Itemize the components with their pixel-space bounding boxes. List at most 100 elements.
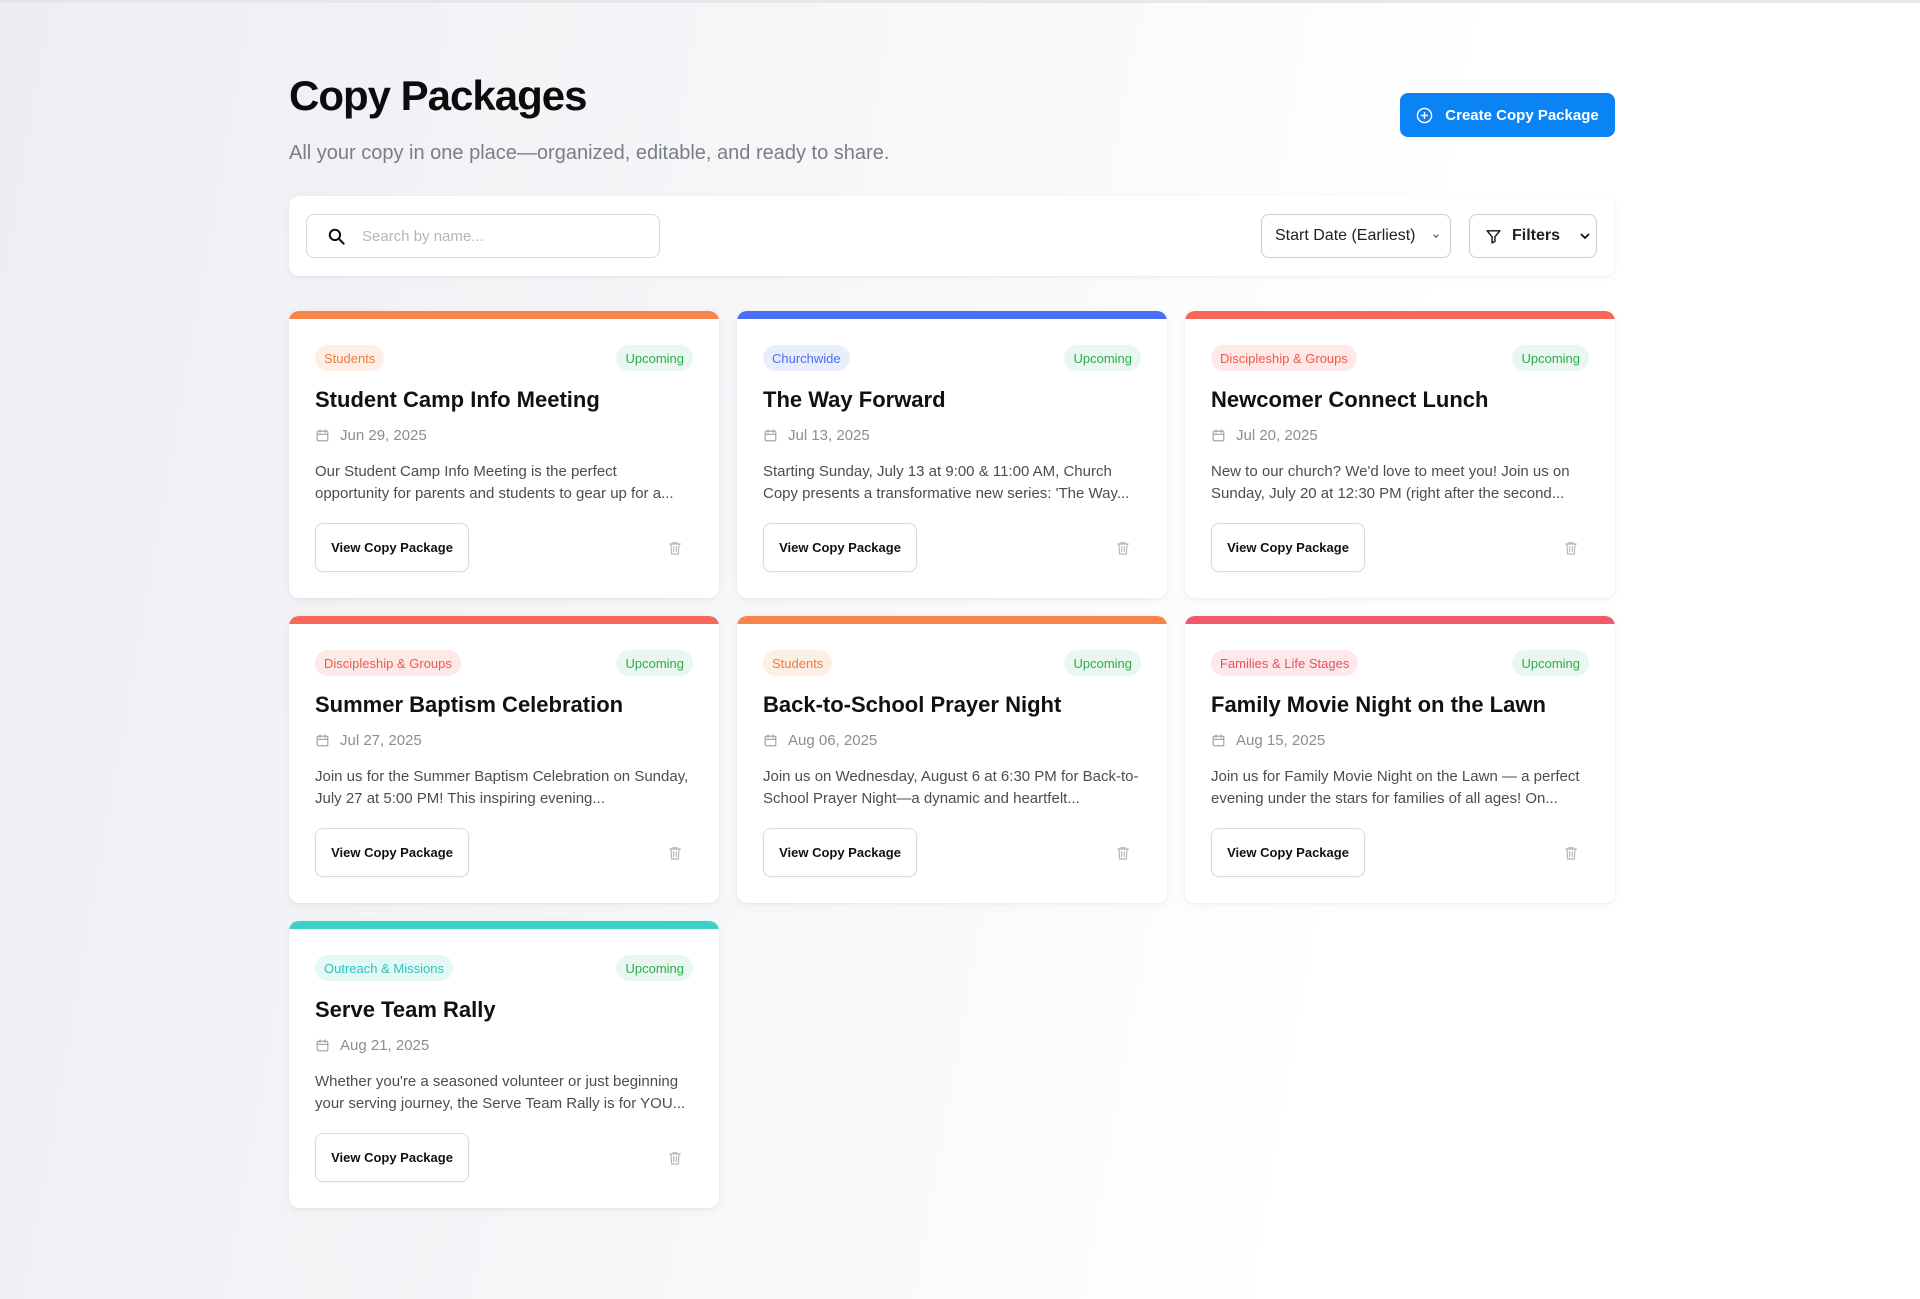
page-header: Copy Packages All your copy in one place… — [289, 70, 1615, 196]
trash-icon — [669, 542, 681, 555]
trash-icon — [1117, 847, 1129, 860]
view-copy-package-button[interactable]: View Copy Package — [1211, 828, 1365, 877]
calendar-icon — [764, 734, 777, 747]
card-title: Family Movie Night on the Lawn — [1211, 692, 1546, 717]
delete-button[interactable] — [667, 540, 683, 556]
page-subtitle: All your copy in one place—organized, ed… — [289, 142, 890, 164]
status-badge: Upcoming — [616, 955, 693, 981]
card-title: Newcomer Connect Lunch — [1211, 387, 1489, 412]
status-badge: Upcoming — [616, 345, 693, 371]
card-title: Back-to-School Prayer Night — [763, 692, 1062, 717]
card-date-text: Aug 21, 2025 — [340, 1037, 430, 1054]
delete-button[interactable] — [1563, 540, 1579, 556]
view-copy-package-button[interactable]: View Copy Package — [1211, 523, 1365, 572]
category-badge: Students — [763, 650, 833, 676]
calendar-icon — [316, 734, 329, 747]
filter-icon — [1486, 229, 1501, 244]
card-description: Join us for the Summer Baptism Celebrati… — [315, 768, 689, 807]
copy-package-card: Students Upcoming Student Camp Info Meet… — [289, 311, 719, 598]
copy-package-grid: Students Upcoming Student Camp Info Meet… — [289, 311, 1615, 1208]
copy-package-card: Discipleship & Groups Upcoming Newcomer … — [1185, 311, 1615, 598]
category-badge: Families & Life Stages — [1211, 650, 1359, 676]
card-accent-bar — [737, 311, 1167, 319]
copy-package-card: Students Upcoming Back-to-School Prayer … — [737, 616, 1167, 903]
card-date: Jul 27, 2025 — [315, 732, 422, 749]
card-date-text: Jul 27, 2025 — [340, 732, 422, 749]
trash-icon — [1565, 542, 1577, 555]
card-date: Jul 13, 2025 — [763, 427, 870, 444]
copy-package-card: Families & Life Stages Upcoming Family M… — [1185, 616, 1615, 903]
chevron-down-icon — [1433, 234, 1439, 238]
category-badge: Outreach & Missions — [315, 955, 453, 981]
card-date-text: Jul 13, 2025 — [788, 427, 870, 444]
search-input[interactable] — [362, 227, 642, 245]
create-button-label: Create Copy Package — [1445, 106, 1599, 124]
view-copy-package-button[interactable]: View Copy Package — [315, 1133, 469, 1182]
status-badge: Upcoming — [1064, 345, 1141, 371]
card-date: Jul 20, 2025 — [1211, 427, 1318, 444]
card-date-text: Aug 15, 2025 — [1236, 732, 1326, 749]
calendar-icon — [316, 429, 329, 442]
status-badge: Upcoming — [1512, 345, 1589, 371]
category-badge: Discipleship & Groups — [315, 650, 461, 676]
card-accent-bar — [737, 616, 1167, 624]
card-title: Serve Team Rally — [315, 997, 496, 1022]
card-date-text: Jul 20, 2025 — [1236, 427, 1318, 444]
delete-button[interactable] — [1115, 540, 1131, 556]
search-box[interactable] — [306, 214, 660, 258]
card-accent-bar — [289, 311, 719, 319]
calendar-icon — [316, 1039, 329, 1052]
delete-button[interactable] — [667, 1150, 683, 1166]
view-copy-package-button[interactable]: View Copy Package — [315, 828, 469, 877]
card-date: Jun 29, 2025 — [315, 427, 427, 444]
card-accent-bar — [289, 616, 719, 624]
status-badge: Upcoming — [1512, 650, 1589, 676]
main-content: Copy Packages All your copy in one place… — [289, 70, 1615, 1208]
card-description: Our Student Camp Info Meeting is the per… — [315, 463, 674, 502]
copy-package-card: Outreach & Missions Upcoming Serve Team … — [289, 921, 719, 1208]
toolbar: Start Date (Earliest) Filters — [289, 196, 1615, 276]
card-title: Summer Baptism Celebration — [315, 692, 624, 717]
delete-button[interactable] — [1115, 845, 1131, 861]
top-border — [0, 0, 1920, 3]
trash-icon — [1117, 542, 1129, 555]
chevron-down-icon — [1580, 233, 1590, 240]
calendar-icon — [764, 429, 777, 442]
card-description: Whether you're a seasoned volunteer or j… — [315, 1073, 686, 1112]
search-icon — [328, 228, 345, 245]
filters-button[interactable]: Filters — [1469, 214, 1597, 258]
view-copy-package-button[interactable]: View Copy Package — [315, 523, 469, 572]
trash-icon — [669, 1152, 681, 1165]
sort-select[interactable]: Start Date (Earliest) — [1261, 214, 1451, 258]
view-copy-package-button[interactable]: View Copy Package — [763, 523, 917, 572]
card-title: The Way Forward — [763, 387, 946, 412]
card-description: Join us for Family Movie Night on the La… — [1211, 768, 1580, 807]
card-accent-bar — [289, 921, 719, 929]
card-accent-bar — [1185, 616, 1615, 624]
card-date-text: Aug 06, 2025 — [788, 732, 878, 749]
status-badge: Upcoming — [1064, 650, 1141, 676]
filters-label: Filters — [1512, 227, 1561, 244]
delete-button[interactable] — [667, 845, 683, 861]
card-description: New to our church? We'd love to meet you… — [1211, 463, 1570, 502]
card-accent-bar — [1185, 311, 1615, 319]
status-badge: Upcoming — [616, 650, 693, 676]
card-date: Aug 06, 2025 — [763, 732, 877, 749]
delete-button[interactable] — [1563, 845, 1579, 861]
card-date: Aug 21, 2025 — [315, 1037, 429, 1054]
copy-package-card: Churchwide Upcoming The Way Forward Jul … — [737, 311, 1167, 598]
card-description: Join us on Wednesday, August 6 at 6:30 P… — [763, 768, 1139, 807]
category-badge: Discipleship & Groups — [1211, 345, 1357, 371]
view-copy-package-button[interactable]: View Copy Package — [763, 828, 917, 877]
card-date-text: Jun 29, 2025 — [340, 427, 427, 444]
category-badge: Students — [315, 345, 385, 371]
create-copy-package-button[interactable]: Create Copy Package — [1400, 93, 1615, 137]
trash-icon — [669, 847, 681, 860]
card-date: Aug 15, 2025 — [1211, 732, 1325, 749]
card-description: Starting Sunday, July 13 at 9:00 & 11:00… — [763, 463, 1130, 502]
category-badge: Churchwide — [763, 345, 850, 371]
sort-select-value: Start Date (Earliest) — [1275, 227, 1416, 244]
calendar-icon — [1212, 734, 1225, 747]
trash-icon — [1565, 847, 1577, 860]
card-title: Student Camp Info Meeting — [315, 387, 600, 412]
